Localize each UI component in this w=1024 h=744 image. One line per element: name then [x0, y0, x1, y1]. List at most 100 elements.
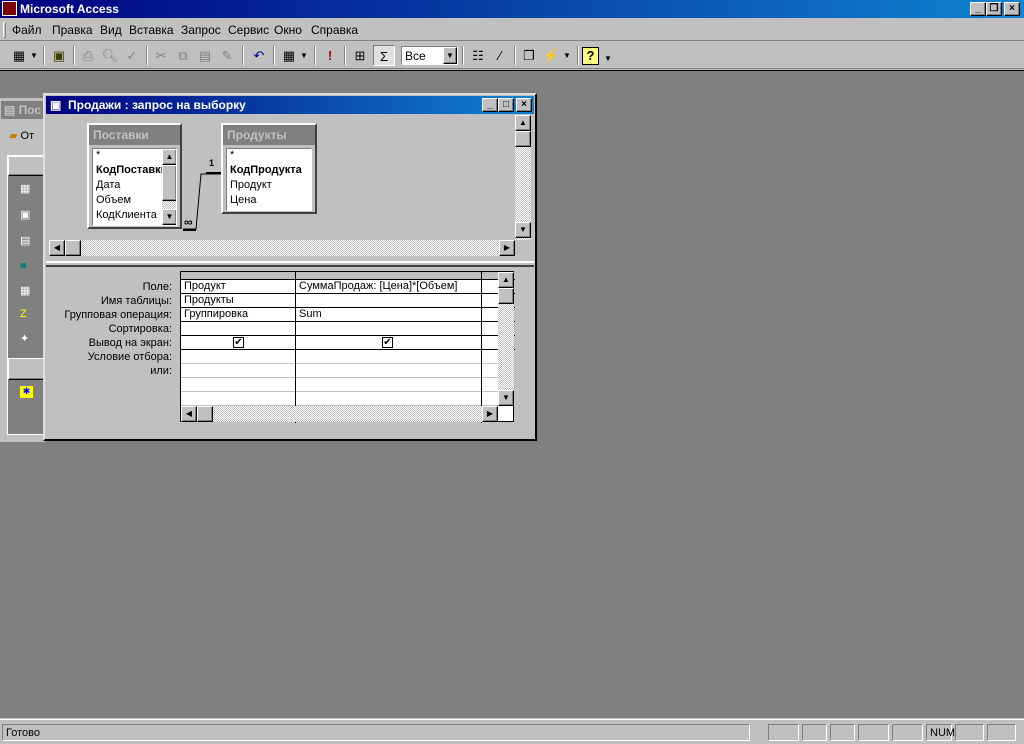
scroll-down-button[interactable]: ▼	[498, 390, 514, 406]
save-icon[interactable]: ▣	[48, 45, 70, 66]
menu-edit[interactable]: Правка	[52, 23, 93, 37]
spelling-icon[interactable]: ✓	[121, 45, 143, 66]
cell-field-2[interactable]: СуммаПродаж: [Цена]*[Объем]	[296, 280, 481, 292]
row-label-sort: Сортировка:	[108, 323, 172, 335]
top-values-combo[interactable]: Все ▼	[401, 46, 458, 65]
relation-many-label: ∞	[184, 215, 193, 229]
menu-query[interactable]: Запрос	[181, 23, 221, 37]
tables-icon[interactable]: ▦	[20, 182, 30, 195]
menu-file[interactable]: Файл	[12, 23, 42, 37]
row-label-total: Групповая операция:	[64, 309, 172, 321]
menu-insert[interactable]: Вставка	[129, 23, 174, 37]
menu-view[interactable]: Вид	[100, 23, 122, 37]
scroll-left-button[interactable]: ◀	[181, 406, 197, 422]
view-dropdown[interactable]: ▼	[28, 45, 40, 66]
row-label-show: Вывод на экран:	[88, 337, 172, 349]
grid-hscroll[interactable]	[181, 406, 498, 422]
new-object-dropdown[interactable]: ▼	[561, 45, 573, 66]
format-painter-icon[interactable]: ✎	[216, 45, 238, 66]
status-panel	[802, 724, 827, 741]
cell-field-1[interactable]: Продукт	[181, 280, 295, 292]
scroll-right-button[interactable]: ▶	[499, 240, 515, 256]
chevron-down-icon[interactable]: ▼	[443, 47, 457, 64]
macros-icon[interactable]: Z	[20, 308, 27, 320]
top-values-value: Все	[405, 49, 426, 63]
status-panel	[892, 724, 923, 741]
scroll-thumb[interactable]	[515, 131, 531, 147]
query-maximize-button[interactable]: □	[498, 98, 514, 112]
close-button[interactable]: ×	[1004, 2, 1020, 16]
menu-tools[interactable]: Сервис	[228, 23, 269, 37]
menu-help[interactable]: Справка	[311, 23, 358, 37]
print-icon[interactable]: ⎙	[77, 45, 99, 66]
objects-group-button[interactable]	[8, 156, 45, 176]
scroll-thumb[interactable]	[498, 288, 514, 304]
modules-icon[interactable]: ✦	[20, 332, 29, 345]
favorites-icon[interactable]: ✱	[20, 386, 33, 398]
app-title-bar: Microsoft Access _ ❐ ×	[0, 0, 1024, 18]
show-table-icon[interactable]: ⊞	[349, 45, 371, 66]
scroll-down-button[interactable]: ▼	[515, 222, 531, 238]
print-preview-icon[interactable]: 🔍︎	[99, 45, 121, 66]
row-label-table: Имя таблицы:	[100, 295, 172, 307]
scroll-up-button[interactable]: ▲	[498, 272, 514, 288]
cell-total-2[interactable]: Sum	[296, 308, 481, 320]
scroll-left-button[interactable]: ◀	[49, 240, 65, 256]
database-window-title-text: Пос	[18, 103, 42, 117]
open-button[interactable]: ▰ От	[9, 129, 34, 142]
open-folder-icon: ▰	[9, 130, 18, 142]
database-window[interactable]: ▤ Пос ▰ От ▦ ▣ ▤ ■ ▦ Z ✦ ✱	[0, 98, 47, 442]
database-window-icon[interactable]: ❐	[518, 45, 540, 66]
queries-icon[interactable]: ▣	[20, 208, 30, 221]
access-key-icon	[2, 1, 17, 16]
query-type-icon[interactable]: ▦	[278, 45, 300, 66]
design-grid[interactable]: Продукт Продукты Группировка ✔ СуммаПрод…	[180, 271, 515, 423]
cut-icon[interactable]: ✂	[150, 45, 172, 66]
help-icon[interactable]: ?	[582, 47, 599, 65]
status-panel	[830, 724, 855, 741]
toolbar: ▦ ▼ ▣ ⎙ 🔍︎ ✓ ✂ ⧉ ▤ ✎ ↶ ▦ ▼ ! ⊞ Σ Все ▼ ☷…	[0, 42, 1024, 69]
status-panel	[987, 724, 1016, 741]
cell-total-1[interactable]: Группировка	[181, 308, 295, 320]
show-checkbox-1[interactable]: ✔	[233, 337, 244, 348]
relationship-line[interactable]	[46, 115, 534, 259]
status-panel	[955, 724, 984, 741]
app-title: Microsoft Access	[20, 2, 119, 16]
show-checkbox-2[interactable]: ✔	[382, 337, 393, 348]
pages-icon[interactable]: ▦	[20, 284, 30, 297]
query-minimize-button[interactable]: _	[482, 98, 498, 112]
minimize-button[interactable]: _	[970, 2, 986, 16]
reports-icon[interactable]: ■	[20, 260, 27, 272]
query-window-title: Продажи : запрос на выборку	[68, 98, 246, 112]
restore-button[interactable]: ❐	[986, 2, 1002, 16]
status-panel	[768, 724, 799, 741]
menu-grip[interactable]	[3, 22, 6, 38]
totals-sigma-icon[interactable]: Σ	[373, 45, 395, 66]
num-lock-indicator: NUM	[926, 724, 955, 741]
scroll-thumb[interactable]	[65, 240, 81, 256]
table-pane: Поставки * КодПоставки Дата Объем КодКли…	[46, 115, 534, 259]
query-icon: ▣	[50, 98, 62, 112]
copy-icon[interactable]: ⧉	[172, 45, 194, 66]
run-icon[interactable]: !	[319, 45, 341, 66]
query-close-button[interactable]: ×	[516, 98, 532, 112]
menu-window[interactable]: Окно	[274, 23, 302, 37]
query-type-dropdown[interactable]: ▼	[298, 45, 310, 66]
cell-table-1[interactable]: Продукты	[181, 294, 295, 306]
new-object-icon[interactable]: ⚡	[540, 45, 562, 66]
table-pane-hscroll[interactable]	[49, 240, 515, 256]
pane-splitter[interactable]	[46, 261, 534, 267]
scroll-up-button[interactable]: ▲	[515, 115, 531, 131]
scroll-thumb[interactable]	[197, 406, 213, 422]
forms-icon[interactable]: ▤	[20, 234, 30, 247]
view-icon[interactable]: ▦	[8, 45, 30, 66]
toolbar-options-dropdown[interactable]: ▼	[602, 48, 614, 69]
row-label-field: Поле:	[142, 281, 172, 293]
properties-icon[interactable]: ☷	[467, 45, 489, 66]
undo-icon[interactable]: ↶	[248, 45, 270, 66]
build-icon[interactable]: ⁄	[489, 45, 511, 66]
scroll-right-button[interactable]: ▶	[482, 406, 498, 422]
status-panel	[858, 724, 889, 741]
query-window[interactable]: ▣ Продажи : запрос на выборку _ □ × Пост…	[43, 93, 537, 441]
paste-icon[interactable]: ▤	[194, 45, 216, 66]
